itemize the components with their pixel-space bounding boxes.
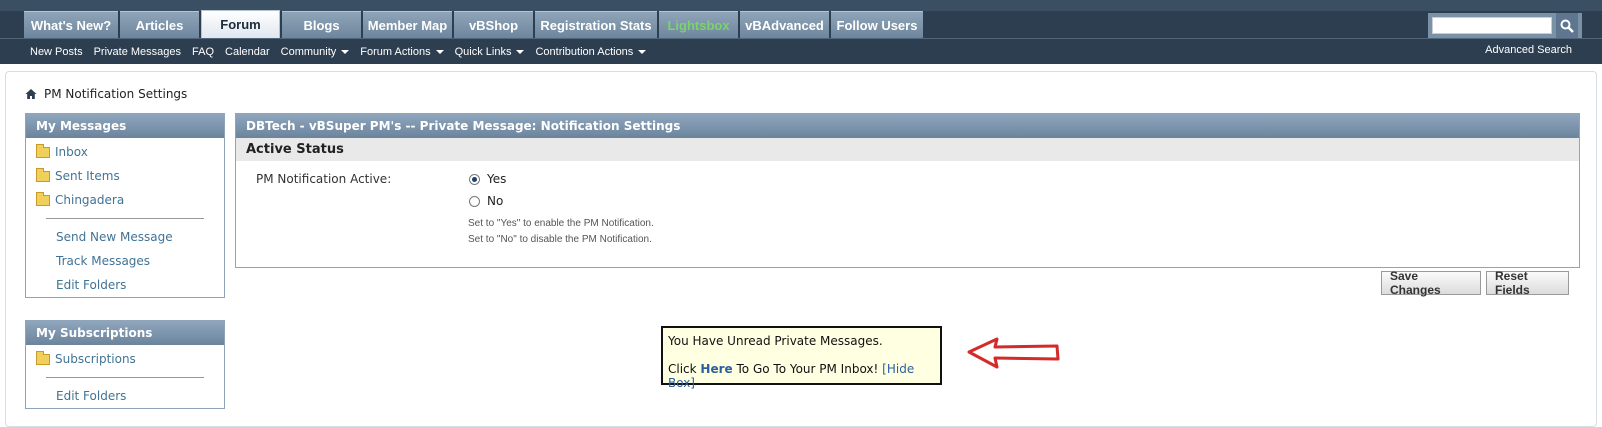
subnav-community[interactable]: Community — [281, 46, 350, 58]
radio-yes-label: Yes — [487, 172, 507, 186]
tab-whats-new[interactable]: What's New? — [24, 11, 118, 38]
red-arrow-icon — [967, 337, 1060, 369]
my-subscriptions-block: My Subscriptions Subscriptions Edit Fold… — [25, 320, 225, 409]
top-nav-bar: What's New? Articles Forum Blogs Member … — [0, 0, 1602, 38]
advanced-search-link[interactable]: Advanced Search — [1485, 44, 1572, 56]
panel-title: DBTech - vBSuper PM's -- Private Message… — [236, 114, 1579, 138]
help-text-yes: Set to "Yes" to enable the PM Notificati… — [468, 218, 654, 229]
search-input[interactable] — [1432, 17, 1552, 34]
radio-button-checked[interactable] — [469, 173, 480, 185]
chevron-down-icon — [638, 50, 647, 54]
notice-rest-text: To Go To Your PM Inbox! — [736, 362, 879, 376]
tab-blogs[interactable]: Blogs — [282, 11, 361, 38]
radio-button[interactable] — [469, 195, 480, 207]
folder-icon — [36, 167, 50, 182]
help-text-no: Set to "No" to disable the PM Notificati… — [468, 234, 652, 245]
nav-tabs: What's New? Articles Forum Blogs Member … — [24, 10, 925, 38]
folder-icon — [36, 350, 50, 365]
subnav-new-posts[interactable]: New Posts — [30, 46, 83, 58]
tab-vbshop[interactable]: vBShop — [454, 11, 533, 38]
my-messages-block: My Messages Inbox Sent Items Chingadera … — [25, 113, 225, 298]
notice-click-text: Click — [668, 362, 697, 376]
search-box — [1428, 13, 1582, 38]
unread-pm-notice: You Have Unread Private Messages. Click … — [661, 326, 942, 390]
sub-nav-list: New Posts Private Messages FAQ Calendar … — [30, 39, 657, 65]
my-subscriptions-title: My Subscriptions — [26, 321, 224, 345]
breadcrumb: PM Notification Settings — [25, 87, 187, 101]
chevron-down-icon — [435, 50, 444, 54]
folder-chingadera[interactable]: Chingadera — [26, 188, 224, 212]
radio-no-label: No — [487, 194, 504, 208]
chevron-down-icon — [341, 50, 350, 54]
search-button[interactable] — [1556, 13, 1578, 38]
folder-sent-items[interactable]: Sent Items — [26, 164, 224, 188]
section-title: Active Status — [236, 138, 1579, 161]
page-title: PM Notification Settings — [44, 87, 188, 101]
subnav-calendar[interactable]: Calendar — [225, 46, 270, 58]
divider — [46, 377, 204, 378]
send-new-message-link[interactable]: Send New Message — [26, 225, 224, 249]
subnav-private-messages[interactable]: Private Messages — [94, 46, 181, 58]
my-messages-title: My Messages — [26, 114, 224, 138]
chevron-down-icon — [516, 50, 525, 54]
radio-yes[interactable]: Yes — [469, 172, 506, 186]
tab-registration-stats[interactable]: Registration Stats — [535, 11, 657, 38]
edit-folders-link[interactable]: Edit Folders — [26, 384, 224, 408]
subnav-faq[interactable]: FAQ — [192, 46, 214, 58]
notice-message: You Have Unread Private Messages. — [668, 334, 883, 348]
folder-icon — [36, 191, 50, 206]
save-changes-button[interactable]: Save Changes — [1381, 269, 1481, 297]
tab-articles[interactable]: Articles — [120, 11, 199, 38]
sub-nav-bar: New Posts Private Messages FAQ Calendar … — [0, 38, 1602, 64]
edit-folders-link[interactable]: Edit Folders — [26, 273, 224, 297]
subnav-quick-links[interactable]: Quick Links — [455, 46, 525, 58]
subnav-contribution-actions[interactable]: Contribution Actions — [535, 46, 647, 58]
folder-icon — [36, 143, 50, 158]
tab-forum[interactable]: Forum — [201, 10, 280, 38]
home-icon[interactable] — [25, 88, 37, 100]
tab-lightsbox[interactable]: Lightsbox — [659, 11, 738, 38]
track-messages-link[interactable]: Track Messages — [26, 249, 224, 273]
subnav-forum-actions[interactable]: Forum Actions — [360, 46, 444, 58]
divider — [46, 218, 204, 219]
radio-no[interactable]: No — [469, 194, 503, 208]
reset-fields-button[interactable]: Reset Fields — [1486, 269, 1569, 297]
folder-subscriptions[interactable]: Subscriptions — [26, 347, 224, 371]
search-icon — [1560, 19, 1574, 33]
tab-follow-users[interactable]: Follow Users — [831, 11, 923, 38]
tab-vbadvanced[interactable]: vBAdvanced — [740, 11, 829, 38]
notification-settings-panel: DBTech - vBSuper PM's -- Private Message… — [235, 113, 1580, 268]
tab-member-map[interactable]: Member Map — [363, 11, 452, 38]
field-label: PM Notification Active: — [256, 172, 392, 186]
folder-inbox[interactable]: Inbox — [26, 140, 224, 164]
inbox-here-link[interactable]: Here — [700, 362, 732, 376]
